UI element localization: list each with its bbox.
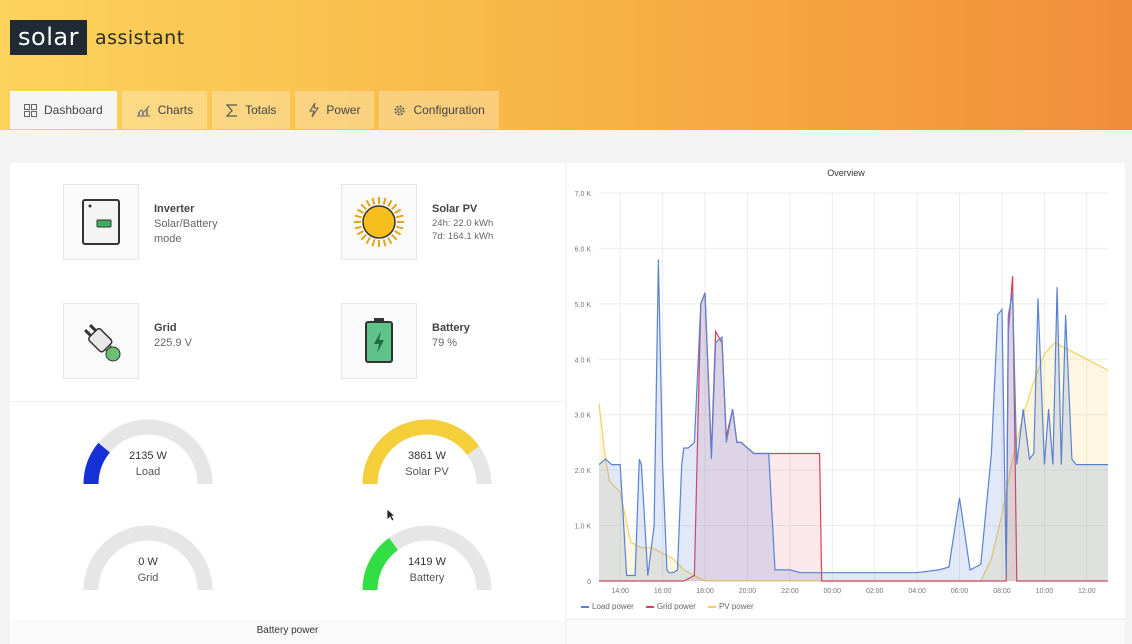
tab-dashboard[interactable]: Dashboard [10,91,117,129]
x-tick-label: 16:00 [654,588,672,595]
y-tick-label: 0 [587,579,591,586]
y-tick-label: 7.0 K [575,191,592,198]
solar-7d: 7d: 164.1 kWh [432,231,494,242]
battery-icon [365,318,393,363]
grid-icon [24,103,37,117]
bolt-icon [309,103,320,117]
load-gauge: 2135 W Load [83,419,223,494]
battery-label: Battery [409,572,445,584]
tab-label: Power [326,103,361,117]
nav-tabs: Dashboard Charts Totals Power Configurat… [10,91,499,129]
solar-gauge: 3861 W Solar PV [362,419,502,494]
tab-label: Configuration [413,103,485,117]
logo-text: assistant [94,26,185,49]
solar-value: 3861 W [408,450,446,462]
inverter-mode-line2: mode [154,233,182,245]
grid-value: 0 W [138,556,158,568]
legend-item-grid[interactable]: Grid power [645,602,696,611]
battery-soc: 79 % [432,337,458,349]
x-tick-label: 04:00 [908,588,926,595]
logo-box: solar [10,20,87,55]
tab-configuration[interactable]: Configuration [379,91,499,129]
tab-label: Charts [157,103,194,117]
plug-icon [84,324,121,362]
y-tick-label: 4.0 K [575,357,592,364]
load-label: Load [135,466,161,478]
solar-24h: 24h: 22.0 kWh [432,218,494,229]
mouse-cursor-icon [386,508,396,522]
chart-title: Overview [827,168,865,178]
grid-name: Grid [154,322,177,334]
x-tick-label: 10:00 [1036,588,1054,595]
solar-card[interactable]: Solar PV 24h: 22.0 kWh 7d: 164.1 kWh [341,184,493,260]
x-tick-label: 12:00 [1078,588,1096,595]
overview-panel: Overview 0 1.0 K 2.0 K 3.0 K 4.0 K 5.0 K 6.0 K… [567,163,1125,618]
inverter-card[interactable]: Inverter Solar/Battery mode [63,184,218,260]
app-header: solar assistant Dashboard Charts Totals … [0,0,1132,130]
x-tick-label: 14:00 [611,588,629,595]
battery-power-panel: Battery power [10,620,565,644]
battery-gauge: 1419 W Battery [362,525,502,600]
x-tick-label: 22:00 [781,588,799,595]
battery-icon-box [341,303,417,379]
inverter-icon-box [63,184,139,260]
x-tick-label: 18:00 [696,588,714,595]
x-tick-label: 20:00 [739,588,757,595]
chart-icon [136,105,150,116]
grid-icon-box [63,303,139,379]
solar-label: Solar PV [405,466,449,478]
overview-chart[interactable]: 0 1.0 K 2.0 K 3.0 K 4.0 K 5.0 K 6.0 K 7.0 K 14:0… [567,181,1125,601]
inverter-info: Inverter Solar/Battery mode [154,202,218,247]
x-tick-label: 02:00 [866,588,884,595]
inverter-name: Inverter [154,203,195,215]
legend-item-load[interactable]: Load power [581,602,634,611]
solar-name: Solar PV [432,203,478,215]
grid-card[interactable]: Grid 225.9 V [63,303,192,379]
sigma-icon [226,103,238,117]
app-logo[interactable]: solar assistant [10,20,185,55]
tab-power[interactable]: Power [295,91,375,129]
inverter-mode-line1: Solar/Battery [154,218,218,230]
dashboard-panel: Inverter Solar/Battery mode Solar PV 24h… [10,163,565,633]
grid-voltage: 225.9 V [154,337,192,349]
tab-label: Totals [245,103,277,117]
y-tick-label: 6.0 K [575,246,592,253]
x-tick-label: 08:00 [993,588,1011,595]
grid-gauge: 0 W Grid [83,525,223,600]
y-tick-label: 1.0 K [575,524,592,531]
solar-icon-box [341,184,417,260]
inverter-icon [82,199,120,245]
gear-icon [394,105,405,115]
x-tick-label: 06:00 [951,588,969,595]
chart-legend: Load power Grid power PV power [581,602,754,611]
load-value: 2135 W [129,450,167,462]
battery-value: 1419 W [408,556,446,568]
solar-info: Solar PV 24h: 22.0 kWh 7d: 164.1 kWh [432,202,493,243]
battery-info: Battery 79 % [432,321,470,351]
grid-info: Grid 225.9 V [154,321,192,351]
grid-label: Grid [137,572,159,584]
sun-icon [354,197,404,247]
y-tick-label: 2.0 K [575,468,592,475]
battery-card[interactable]: Battery 79 % [341,303,470,379]
tab-charts[interactable]: Charts [121,91,208,129]
legend-label: PV power [718,602,754,611]
legend-label: Load power [592,602,634,611]
section-divider [10,401,565,402]
y-tick-label: 3.0 K [575,413,592,420]
bottom-right-panel [567,620,1125,644]
legend-label: Grid power [656,602,696,611]
tab-totals[interactable]: Totals [212,91,291,129]
battery-power-title: Battery power [256,625,319,636]
y-tick-label: 5.0 K [575,302,592,309]
x-tick-label: 00:00 [824,588,842,595]
battery-name: Battery [432,322,470,334]
legend-item-pv[interactable]: PV power [707,602,754,611]
tab-label: Dashboard [44,103,103,117]
